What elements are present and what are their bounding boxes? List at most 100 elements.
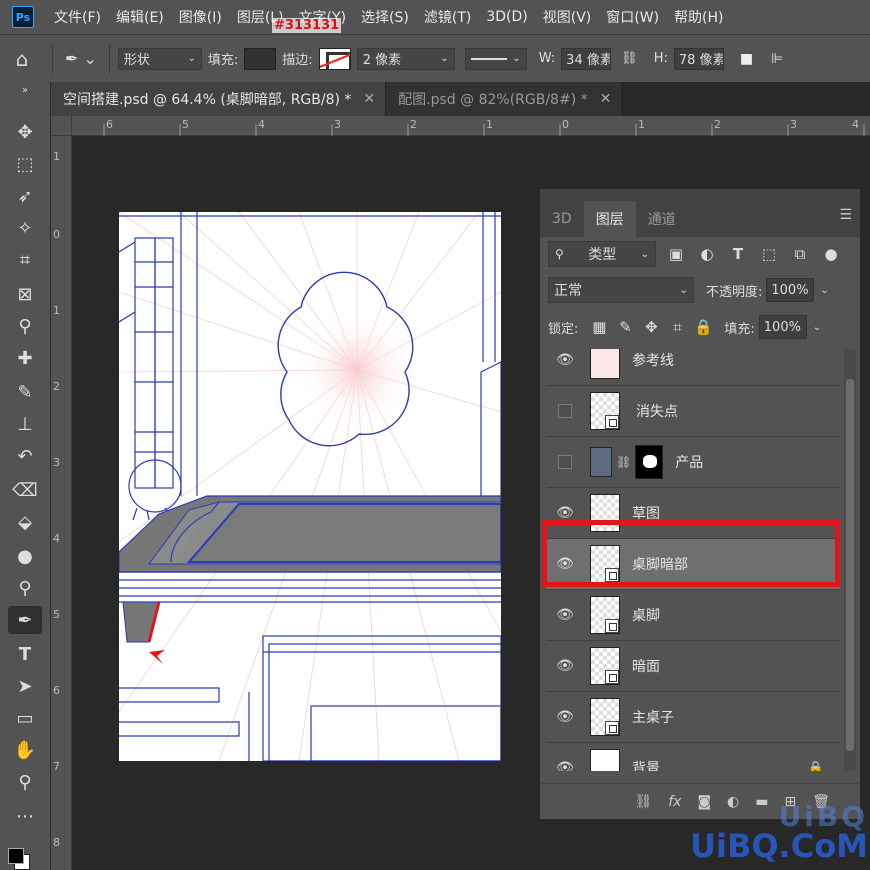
layer-row[interactable]: ⛓ 产品: [546, 437, 840, 488]
blur-tool-icon[interactable]: ●: [8, 542, 42, 570]
eye-icon[interactable]: 👁: [546, 658, 584, 674]
fill-color-swatch[interactable]: [244, 47, 277, 70]
history-brush-tool-icon[interactable]: ↶: [8, 442, 42, 470]
brush-tool-icon[interactable]: ✎: [8, 378, 42, 406]
tool-mode-select[interactable]: 形状 ⌄: [117, 47, 202, 70]
layer-row[interactable]: 消失点: [546, 386, 840, 437]
tab-layers[interactable]: 图层: [583, 201, 636, 237]
path-selection-tool-icon[interactable]: ➤: [8, 672, 42, 700]
type-tool-icon[interactable]: T: [8, 640, 42, 668]
home-icon[interactable]: ⌂: [0, 47, 44, 71]
menu-3d[interactable]: 3D(D): [486, 9, 527, 25]
eye-icon[interactable]: 👁: [546, 505, 584, 521]
tab-channels[interactable]: 通道: [636, 201, 688, 237]
smart-object-filter-icon[interactable]: ⧉: [789, 245, 811, 263]
layers-scrollbar[interactable]: [844, 349, 856, 771]
tools-panel: » ✥ ⬚ ➶ ✧ ⌗ ⊠ ⚲ ✚ ✎ ⊥ ↶ ⌫ ⬙ ● ⚲ ✒ T ➤ ▭ …: [0, 82, 51, 870]
foreground-color-swatch[interactable]: [8, 848, 24, 864]
menu-window[interactable]: 窗口(W): [606, 7, 659, 27]
layer-name: 主桌子: [632, 710, 674, 726]
lock-all-icon[interactable]: 🔒: [692, 318, 714, 336]
zoom-tool-icon[interactable]: ⚲: [8, 768, 42, 796]
menu-image[interactable]: 图像(I): [179, 7, 222, 27]
layer-row[interactable]: 👁 背景 🔒: [546, 743, 840, 771]
layer-thumbnail: [590, 698, 620, 736]
height-input[interactable]: 78 像素: [673, 47, 724, 70]
eraser-tool-icon[interactable]: ⌫: [8, 476, 42, 504]
eyedropper-tool-icon[interactable]: ⚲: [8, 312, 42, 340]
stroke-color-swatch[interactable]: [318, 47, 351, 70]
eye-icon[interactable]: 👁: [546, 760, 584, 771]
lasso-tool-icon[interactable]: ➶: [8, 182, 42, 210]
eye-icon[interactable]: 👁: [546, 352, 584, 368]
close-icon[interactable]: ✕: [363, 91, 375, 107]
menu-help[interactable]: 帮助(H): [674, 7, 723, 27]
healing-brush-tool-icon[interactable]: ✚: [8, 344, 42, 372]
ruler-label: 7: [53, 760, 60, 773]
width-input[interactable]: 34 像素: [561, 47, 612, 70]
menu-filter[interactable]: 滤镜(T): [424, 7, 471, 27]
layer-row[interactable]: 👁 主桌子: [546, 692, 840, 743]
link-layers-icon[interactable]: ⛓: [634, 794, 652, 810]
scrollbar-thumb[interactable]: [846, 379, 854, 751]
chevron-down-icon: ⌄: [440, 53, 449, 64]
visibility-toggle-off[interactable]: [558, 455, 572, 469]
menu-select[interactable]: 选择(S): [361, 7, 409, 27]
shape-filter-icon[interactable]: ⬚: [758, 245, 780, 263]
opacity-input[interactable]: 100%: [766, 278, 815, 302]
link-icon: ⛓: [616, 455, 632, 469]
panel-menu-icon[interactable]: ☰: [839, 207, 852, 223]
ruler-label: 2: [53, 380, 60, 393]
clone-stamp-tool-icon[interactable]: ⊥: [8, 410, 42, 438]
crop-tool-icon[interactable]: ⌗: [8, 246, 42, 274]
visibility-toggle-off[interactable]: [558, 404, 572, 418]
magic-wand-tool-icon[interactable]: ✧: [8, 214, 42, 242]
stroke-width-select[interactable]: 2 像素 ⌄: [356, 47, 455, 70]
image-filter-icon[interactable]: ▣: [665, 245, 687, 263]
fill-input[interactable]: 100%: [758, 315, 807, 339]
menu-file[interactable]: 文件(F): [54, 7, 101, 27]
close-icon[interactable]: ✕: [600, 91, 612, 107]
lock-transparent-icon[interactable]: ▦: [588, 318, 610, 336]
frame-tool-icon[interactable]: ⊠: [8, 280, 42, 308]
pen-tool-preset-icon[interactable]: ✒ ⌄: [65, 49, 97, 68]
rectangle-tool-icon[interactable]: ▭: [8, 704, 42, 732]
move-tool-icon[interactable]: ✥: [8, 118, 42, 146]
pen-tool-icon[interactable]: ✒: [8, 606, 42, 634]
document-canvas[interactable]: [119, 212, 501, 761]
link-icon[interactable]: ⛓: [621, 51, 638, 66]
adjustment-filter-icon[interactable]: ◐: [696, 245, 718, 263]
tab-3d[interactable]: 3D: [540, 201, 584, 237]
paint-bucket-tool-icon[interactable]: ⬙: [8, 508, 42, 536]
collapse-toolbar-icon[interactable]: »: [8, 84, 42, 96]
menu-view[interactable]: 视图(V): [543, 7, 592, 27]
chevron-down-icon[interactable]: ⌄: [813, 322, 821, 333]
filter-toggle-icon[interactable]: ●: [820, 245, 842, 263]
eye-icon[interactable]: 👁: [546, 607, 584, 623]
layer-row[interactable]: 👁 参考线: [546, 349, 840, 386]
layer-style-icon[interactable]: fx: [668, 794, 681, 810]
path-alignment-icon[interactable]: ⊫: [771, 51, 783, 67]
lock-position-icon[interactable]: ✥: [640, 318, 662, 336]
path-operations-icon[interactable]: ■: [740, 51, 753, 67]
tab-document-1[interactable]: 空间搭建.psd @ 64.4% (桌脚暗部, RGB/8) * ✕: [51, 82, 387, 116]
layer-filter-select[interactable]: ⚲ 类型 ⌄: [548, 241, 656, 267]
tab-label: 配图.psd @ 82%(RGB/8#) *: [398, 92, 588, 108]
type-filter-icon[interactable]: T: [727, 245, 749, 263]
menu-edit[interactable]: 编辑(E): [116, 7, 164, 27]
lock-pixels-icon[interactable]: ✎: [614, 318, 636, 336]
layer-name: 参考线: [632, 353, 674, 369]
layer-row[interactable]: 👁 暗面: [546, 641, 840, 692]
stroke-style-select[interactable]: ⌄: [464, 47, 527, 70]
more-tools-icon[interactable]: ⋯: [8, 802, 42, 830]
layer-row[interactable]: 👁 桌脚: [546, 590, 840, 641]
chevron-down-icon[interactable]: ⌄: [820, 285, 828, 296]
blend-mode-select[interactable]: 正常 ⌄: [548, 277, 694, 303]
blend-row: 正常 ⌄ 不透明度: 100% ⌄: [548, 277, 852, 303]
marquee-tool-icon[interactable]: ⬚: [8, 150, 42, 178]
tab-document-2[interactable]: 配图.psd @ 82%(RGB/8#) * ✕: [386, 82, 623, 116]
eye-icon[interactable]: 👁: [546, 709, 584, 725]
hand-tool-icon[interactable]: ✋: [8, 736, 42, 764]
dodge-tool-icon[interactable]: ⚲: [8, 574, 42, 602]
lock-artboard-icon[interactable]: ⌗: [666, 318, 688, 336]
